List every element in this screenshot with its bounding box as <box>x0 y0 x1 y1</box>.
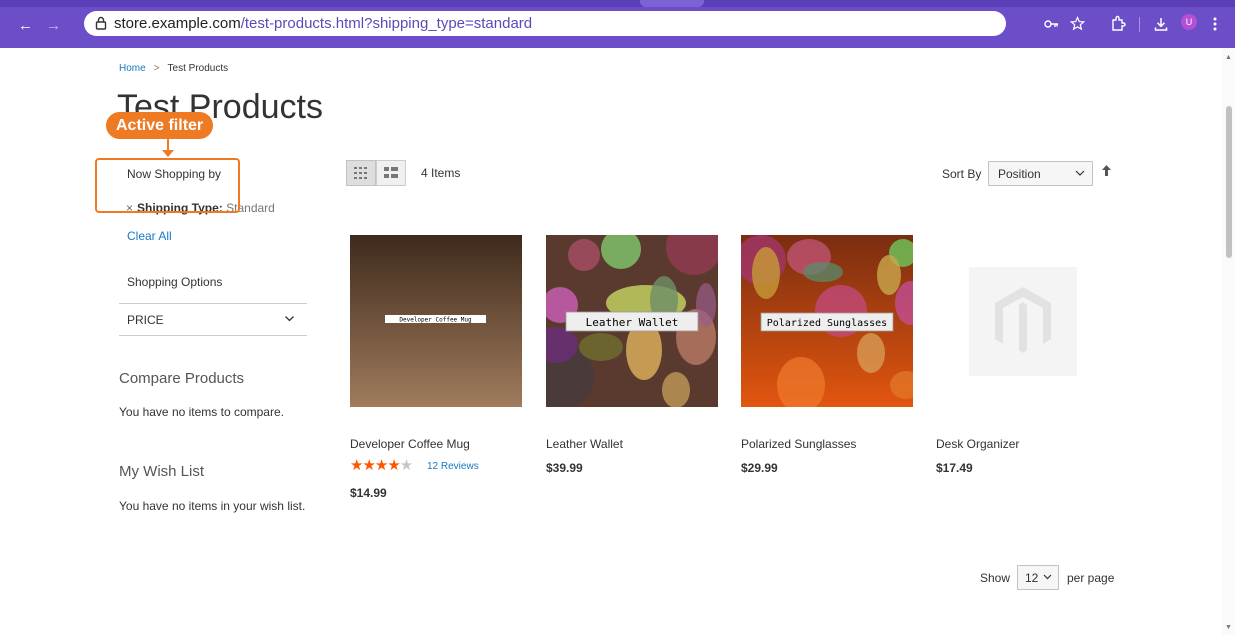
list-mode-button[interactable] <box>376 160 406 186</box>
scroll-up-icon[interactable]: ▲ <box>1225 54 1232 61</box>
breadcrumb-separator: > <box>153 63 160 74</box>
product-image[interactable]: Leather Wallet <box>546 235 718 407</box>
product-name-link[interactable]: Developer Coffee Mug <box>350 437 470 451</box>
product-price: $17.49 <box>936 461 973 475</box>
clear-all-link[interactable]: Clear All <box>127 229 172 243</box>
product-image-label: Polarized Sunglasses <box>767 318 887 329</box>
chevron-down-icon[interactable] <box>284 313 295 324</box>
browser-toolbar: ← → store.example.com/test-products.html… <box>0 0 1235 48</box>
product-name-link[interactable]: Polarized Sunglasses <box>741 437 856 451</box>
forward-icon[interactable]: → <box>46 18 61 34</box>
product-price: $29.99 <box>741 461 778 475</box>
divider <box>119 303 307 304</box>
active-tab[interactable] <box>640 0 704 7</box>
rating-stars: ★★★★★ <box>350 457 413 474</box>
active-filter-highlight <box>95 158 240 213</box>
product-image[interactable]: Developer Coffee Mug <box>350 235 522 407</box>
grid-mode-button[interactable] <box>346 160 376 186</box>
product-image-label: Leather Wallet <box>586 316 679 329</box>
scroll-thumb[interactable] <box>1226 106 1232 258</box>
grid-icon <box>354 167 367 179</box>
address-url[interactable]: store.example.com/test-products.html?shi… <box>114 15 532 32</box>
sort-by-label: Sort By <box>942 167 982 181</box>
per-page-label: per page <box>1067 571 1115 585</box>
items-count: 4 Items <box>421 166 461 180</box>
scroll-down-icon[interactable]: ▼ <box>1225 624 1232 631</box>
product-image[interactable]: Polarized Sunglasses <box>741 235 913 407</box>
compare-products-title: Compare Products <box>119 370 245 387</box>
wishlist-title: My Wish List <box>119 463 205 480</box>
show-label: Show <box>980 571 1011 585</box>
list-icon <box>384 167 398 178</box>
menu-kebab-icon[interactable] <box>1212 16 1218 32</box>
divider <box>119 335 307 336</box>
compare-products-empty: You have no items to compare. <box>119 405 284 419</box>
breadcrumb-current: Test Products <box>167 63 229 74</box>
product-name-link[interactable]: Leather Wallet <box>546 437 623 451</box>
url-host: store.example.com <box>114 15 241 32</box>
address-bar[interactable]: store.example.com/test-products.html?shi… <box>84 11 1006 36</box>
product-price: $39.99 <box>546 461 583 475</box>
page-scrollbar[interactable]: ▲ ▼ <box>1222 48 1235 635</box>
price-filter-toggle[interactable]: PRICE <box>127 313 164 327</box>
annotation-arrow-icon <box>162 150 174 157</box>
product-image-placeholder[interactable] <box>936 235 1108 407</box>
chevron-down-icon <box>1043 574 1052 580</box>
breadcrumb: Home > Test Products <box>119 63 228 74</box>
bookmark-star-icon[interactable] <box>1070 16 1085 31</box>
toolbar-divider <box>1139 17 1140 32</box>
wishlist-empty: You have no items in your wish list. <box>119 499 306 513</box>
back-icon[interactable]: ← <box>18 18 33 34</box>
sort-by-value: Position <box>998 167 1041 181</box>
url-path: /test-products.html?shipping_type=standa… <box>240 15 533 32</box>
tab-strip <box>0 0 1235 7</box>
password-key-icon[interactable] <box>1043 17 1059 31</box>
product-price: $14.99 <box>350 486 387 500</box>
reviews-link[interactable]: 12 Reviews <box>427 461 479 472</box>
per-page-value: 12 <box>1025 571 1039 585</box>
shopping-options-title: Shopping Options <box>127 275 223 289</box>
product-name-link[interactable]: Desk Organizer <box>936 437 1019 451</box>
product-image-label: Developer Coffee Mug <box>399 317 472 324</box>
annotation-label: Active filter <box>106 112 214 139</box>
per-page-select[interactable]: 12 <box>1017 565 1059 590</box>
sort-direction-arrow-icon[interactable] <box>1101 164 1112 177</box>
chevron-down-icon <box>1075 170 1085 176</box>
breadcrumb-home-link[interactable]: Home <box>119 63 146 74</box>
extensions-icon[interactable] <box>1110 15 1126 32</box>
profile-avatar[interactable]: U <box>1181 14 1197 30</box>
download-icon[interactable] <box>1153 16 1169 32</box>
sort-by-select[interactable]: Position <box>988 161 1093 186</box>
site-info-icon[interactable] <box>94 16 108 30</box>
